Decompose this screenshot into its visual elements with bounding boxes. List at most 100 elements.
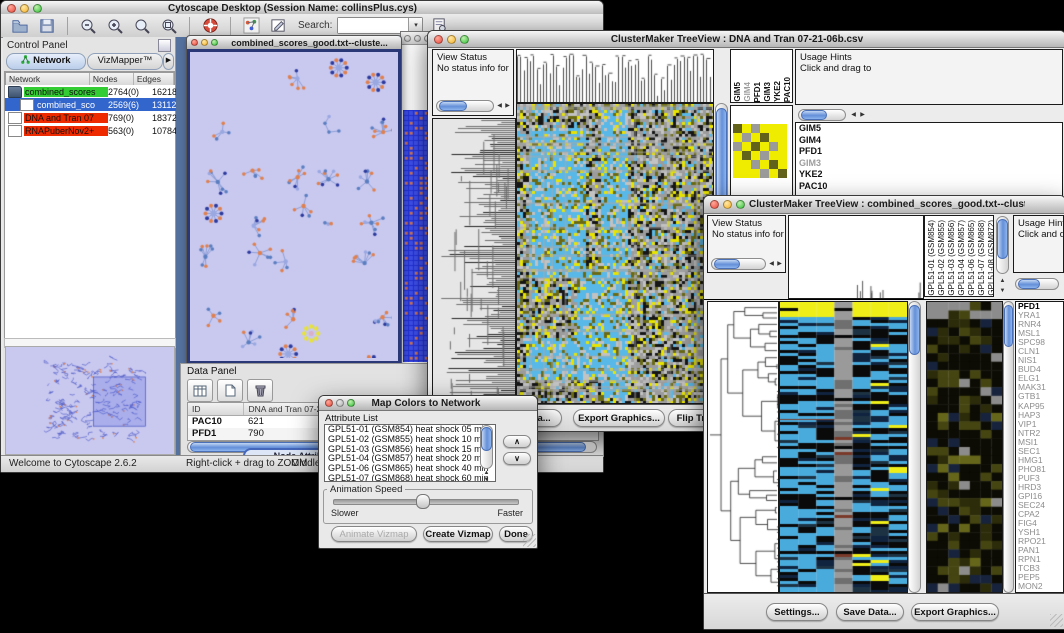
open-file-button[interactable]	[9, 16, 31, 36]
resize-grip[interactable]	[523, 534, 536, 547]
settings-button[interactable]: Settings...	[766, 603, 828, 621]
help-button[interactable]	[199, 16, 221, 36]
zoom-button[interactable]	[347, 399, 355, 407]
scroll-right-icon[interactable]: ▶	[858, 110, 867, 121]
delete-attribute-button[interactable]	[247, 379, 273, 402]
scrollbar-thumb[interactable]	[481, 427, 492, 451]
column-label[interactable]: GPL51-08 (GSM872)	[987, 220, 994, 296]
network-overview[interactable]	[5, 346, 175, 455]
network-view-button[interactable]	[240, 16, 262, 36]
row-dendrogram[interactable]	[707, 301, 779, 593]
column-label[interactable]: GPL51-04 (GSM857)	[957, 220, 966, 296]
hints-hscrollbar[interactable]	[1015, 278, 1059, 290]
dialog-titlebar[interactable]: Map Colors to Network	[319, 396, 537, 411]
close-button[interactable]	[404, 35, 411, 42]
scroll-right-icon[interactable]: ▶	[775, 259, 784, 270]
annotation-button[interactable]	[267, 16, 289, 36]
table-row[interactable]: combined_scores 2764(0) 16218(0)	[5, 85, 175, 98]
export-graphics-button[interactable]: Export Graphics...	[573, 409, 665, 427]
select-attributes-button[interactable]	[187, 379, 213, 402]
column-label[interactable]: GPL51-07 (GSM868)	[977, 220, 986, 296]
col-network[interactable]: Network	[6, 73, 90, 85]
scroll-right-icon[interactable]: ▶	[503, 101, 512, 112]
scrollbar-thumb[interactable]	[1018, 279, 1040, 289]
zoom-fit-button[interactable]	[158, 16, 180, 36]
table-row-selected[interactable]: combined_sco 2569(6) 13112(15)	[5, 98, 187, 111]
similarity-matrix[interactable]	[733, 124, 787, 178]
zoom-button[interactable]	[33, 4, 42, 13]
row-dendrogram[interactable]	[432, 118, 516, 404]
zoom-out-button[interactable]	[77, 16, 99, 36]
row-label[interactable]: PAC10	[796, 181, 1062, 193]
close-button[interactable]	[710, 200, 719, 209]
close-button[interactable]	[191, 39, 198, 46]
resize-grip[interactable]	[1050, 614, 1063, 627]
scrollbar-thumb[interactable]	[801, 110, 827, 120]
close-button[interactable]	[434, 35, 443, 44]
column-label[interactable]: GPL51-06 (GSM865)	[967, 220, 976, 296]
column-label[interactable]: PFD1	[753, 82, 762, 102]
save-session-button[interactable]	[36, 16, 58, 36]
column-label[interactable]: GIM4	[743, 82, 752, 102]
float-panel-icon[interactable]	[158, 39, 171, 52]
status-hscrollbar[interactable]	[711, 258, 766, 270]
tab-overflow-button[interactable]: ▶	[163, 53, 174, 70]
col-edges[interactable]: Edges	[134, 73, 174, 85]
column-dendrogram[interactable]	[516, 49, 714, 103]
scroll-down-icon[interactable]: ▼	[482, 475, 491, 486]
heatmap[interactable]	[516, 103, 714, 404]
column-label[interactable]: GPL51-01 (GSM854)	[927, 220, 936, 296]
minimize-button[interactable]	[723, 200, 732, 209]
close-button[interactable]	[7, 4, 16, 13]
new-attribute-button[interactable]	[217, 379, 243, 402]
treeview2-titlebar[interactable]: ClusterMaker TreeView : combined_scores_…	[704, 196, 1064, 214]
column-label[interactable]: PAC10	[783, 77, 792, 102]
scroll-left-icon[interactable]: ◀	[849, 110, 858, 121]
column-label[interactable]: GPL51-03 (GSM856)	[947, 220, 956, 296]
tab-vizmapper[interactable]: VizMapper™	[87, 53, 163, 70]
list-vscrollbar[interactable]	[480, 425, 493, 469]
treeview1-titlebar[interactable]: ClusterMaker TreeView : DNA and Tran 07-…	[428, 31, 1064, 48]
minimize-button[interactable]	[414, 35, 421, 42]
network-view-titlebar[interactable]: combined_scores_good.txt--cluste...	[187, 36, 401, 50]
zoom-button[interactable]	[460, 35, 469, 44]
scrollbar-thumb[interactable]	[997, 219, 1008, 259]
collabel-vscrollbar[interactable]	[996, 216, 1009, 274]
column-label[interactable]: YKE2	[773, 81, 782, 102]
search-input[interactable]	[338, 18, 408, 33]
col-id[interactable]: ID	[188, 403, 244, 415]
gene-label[interactable]: MON2	[1016, 582, 1063, 591]
speed-slider-thumb[interactable]	[416, 494, 430, 509]
minimize-button[interactable]	[20, 4, 29, 13]
zoom-selected-button[interactable]	[131, 16, 153, 36]
scrollbar-thumb[interactable]	[714, 259, 740, 269]
save-data-button[interactable]: Save Data...	[836, 603, 904, 621]
minimize-button[interactable]	[201, 39, 208, 46]
zoom-in-button[interactable]	[104, 16, 126, 36]
heatmap-vscrollbar[interactable]	[908, 301, 921, 593]
genelist-vscrollbar[interactable]	[1003, 301, 1014, 593]
heatmap[interactable]	[779, 301, 908, 593]
tab-network[interactable]: Network	[6, 53, 86, 70]
row-label[interactable]: GIM5	[796, 123, 1062, 135]
export-graphics-button[interactable]: Export Graphics...	[911, 603, 999, 621]
network-canvas[interactable]	[190, 52, 392, 358]
move-down-button[interactable]: ∨	[503, 452, 531, 465]
minimize-button[interactable]	[447, 35, 456, 44]
hints-hscrollbar[interactable]	[798, 109, 846, 121]
scroll-down-icon[interactable]: ▼	[998, 286, 1007, 297]
move-up-button[interactable]: ∧	[503, 435, 531, 448]
dense-network-view[interactable]	[403, 110, 430, 362]
zoom-button[interactable]	[736, 200, 745, 209]
scrollbar-thumb[interactable]	[1004, 305, 1013, 347]
zoom-button[interactable]	[211, 39, 218, 46]
status-hscrollbar[interactable]	[436, 100, 494, 112]
table-row[interactable]: DNA and Tran 07 769(0) 183728(0)	[5, 111, 175, 124]
detail-heatmap[interactable]	[926, 301, 1003, 593]
column-label[interactable]: GIM5	[733, 82, 742, 102]
column-dendrogram[interactable]	[788, 215, 924, 299]
animate-vizmap-button[interactable]: Animate Vizmap	[331, 526, 417, 542]
row-label[interactable]: GIM4	[796, 135, 1062, 147]
column-label[interactable]: GIM3	[763, 82, 772, 102]
scrollbar-thumb[interactable]	[439, 101, 467, 111]
